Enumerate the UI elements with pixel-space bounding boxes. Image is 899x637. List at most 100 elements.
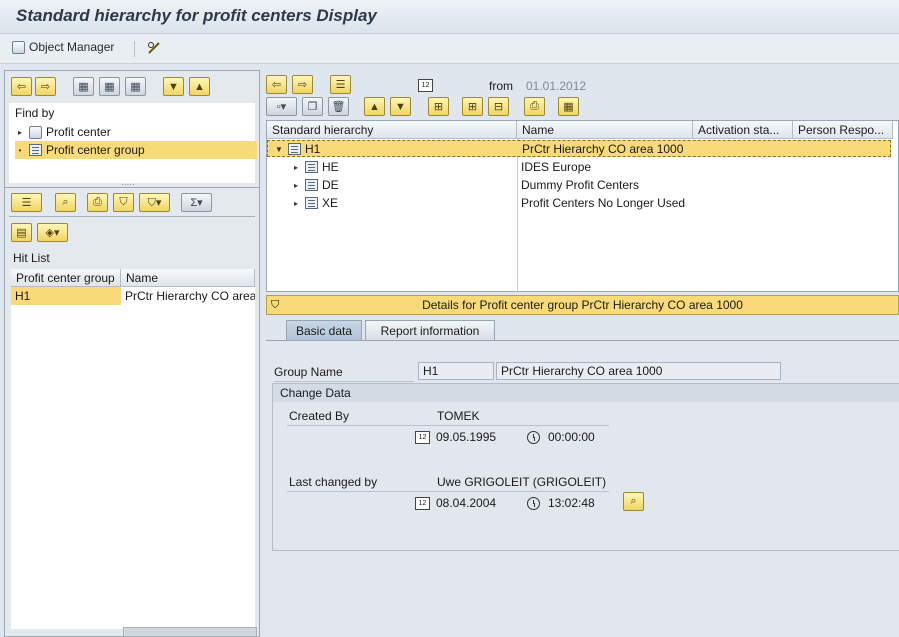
label-underline [274,381,414,382]
move-up-button[interactable]: ▲ [364,97,385,116]
column-header-name[interactable]: Name [121,269,255,287]
hit-list-cell-name[interactable]: PrCtr Hierarchy CO area [121,287,255,305]
forward-button[interactable]: ⇨ [35,77,56,96]
column-header-person-responsible[interactable]: Person Respo... [793,121,893,139]
created-time: 00:00:00 [548,430,595,444]
grid-icon: ▦ [130,81,141,93]
column-header-profit-center-group[interactable]: Profit center group [11,269,121,287]
layout-button[interactable]: ▦ [125,77,146,96]
details-header: ⛉ Details for Profit center group PrCtr … [266,295,899,315]
export-button[interactable]: ▤ [11,223,32,242]
copy-button[interactable]: ❐ [302,97,323,116]
tree-node-label: XE [322,196,339,210]
window-title: Standard hierarchy for profit centers Di… [16,6,377,25]
find-by-item-profit-center[interactable]: ▸ Profit center [15,123,251,141]
funnel-icon: ⛉ [271,299,280,311]
sigma-icon: Σ▾ [190,197,203,209]
collapse-arrow-icon[interactable]: ▼ [274,145,284,154]
printer-icon: ⎙ [93,196,102,208]
hierarchy-icon: ⊞ [433,101,444,113]
hierarchy-node-icon [305,179,318,191]
change-documents-button[interactable]: ⌕ [623,492,644,511]
expand-tree-button[interactable]: ▦ [73,77,94,96]
group-name-field[interactable]: H1 [418,362,494,380]
tree-row-he[interactable]: ▸ HE IDES Europe [267,158,891,176]
tree-node-label: H1 [305,142,321,156]
filter-set-button[interactable]: ⛉ [113,193,134,212]
expand-node-button[interactable]: ⊞ [462,97,483,116]
tree-row-de[interactable]: ▸ DE Dummy Profit Centers [267,176,891,194]
change-display-button[interactable] [146,40,162,56]
hierarchy-button[interactable]: ⊞ [428,97,449,116]
expand-arrow-icon: ▸ [17,127,22,137]
calendar-icon: 12 [418,79,433,92]
divider [5,187,259,188]
magnifier-icon: ⌕ [62,196,69,208]
calendar-button[interactable]: 12 [418,76,433,92]
details-button[interactable]: ☰ [11,193,42,212]
back-button[interactable]: ⇦ [11,77,32,96]
profit-center-icon [29,125,42,139]
tab-report-information[interactable]: Report information [365,320,495,340]
tab-basic-data[interactable]: Basic data [286,320,362,340]
find-button[interactable]: ⌕ [55,193,76,212]
horizontal-scrollbar[interactable] [123,627,257,637]
column-header-activation-status[interactable]: Activation sta... [693,121,793,139]
created-by-label: Created By [289,409,350,423]
tree-row-h1[interactable]: ▼ H1 PrCtr Hierarchy CO area 1000 [267,140,891,157]
calendar-icon: 12 [415,430,430,444]
grid-icon: ▦ [563,101,574,113]
delete-button[interactable]: 🗑 [328,97,349,116]
views-button[interactable]: ◈▾ [37,223,68,242]
last-changed-label: Last changed by [289,475,378,489]
from-label: from [489,79,513,93]
changed-date: 08.04.2004 [436,496,497,510]
layout-button[interactable]: ▦ [558,97,579,116]
arrow-right-icon: ⇨ [40,81,51,93]
created-time-group: 00:00:00 [527,430,595,444]
group-name-text-field[interactable]: PrCtr Hierarchy CO area 1000 [496,362,781,380]
tree-node-label: DE [322,178,339,192]
find-by-item-profit-center-group[interactable]: • Profit center group [15,141,257,159]
triangle-up-icon: ▲ [369,100,380,113]
collapse-tree-button[interactable]: ▦ [99,77,120,96]
print-button[interactable]: ⎙ [524,97,545,116]
hierarchy-node-icon [288,143,301,155]
print-button[interactable]: ⎙ [87,193,108,212]
column-header-name[interactable]: Name [517,121,693,139]
filter-menu-button[interactable]: ⛉▾ [139,193,170,212]
tree-row-xe[interactable]: ▸ XE Profit Centers No Longer Used [267,194,891,212]
list-icon: ☰ [21,197,32,209]
expand-arrow-icon[interactable]: ▸ [291,181,301,190]
clock-icon [527,496,540,510]
expand-arrow-icon[interactable]: ▸ [291,199,301,208]
funnel-dropdown-icon: ⛉▾ [147,196,162,209]
move-down-button[interactable]: ▼ [163,77,184,96]
triangle-down-icon: ▼ [168,80,179,93]
tree-node-name: Profit Centers No Longer Used [521,196,686,210]
create-button[interactable]: ▫▾ [266,97,297,116]
tree-node: ▸ HE [291,158,339,176]
move-down-button[interactable]: ▼ [390,97,411,116]
views-dropdown-icon: ◈▾ [45,227,60,239]
change-data-group: Change Data Created By TOMEK 12 09.05.19… [272,383,899,551]
printer-icon: ⎙ [530,100,539,112]
forward-button[interactable]: ⇨ [292,75,313,94]
move-up-button[interactable]: ▲ [189,77,210,96]
object-manager-button[interactable]: Object Manager [12,40,114,54]
tree-node-name: Dummy Profit Centers [521,178,640,192]
hit-list-cell-group[interactable]: H1 [11,287,121,305]
column-header-standard-hierarchy[interactable]: Standard hierarchy [267,121,517,139]
back-button[interactable]: ⇦ [266,75,287,94]
collapse-node-button[interactable]: ⊟ [488,97,509,116]
created-by-value: TOMEK [437,409,480,423]
find-by-panel: Find by ▸ Profit center • Profit center … [9,103,257,183]
sum-button[interactable]: Σ▾ [181,193,212,212]
hierarchy-icon [29,144,42,156]
changed-date-group: 12 08.04.2004 [415,496,496,510]
tree-node: ▸ XE [291,194,338,212]
calendar-icon: 12 [415,496,430,510]
grid-icon: ▦ [104,81,115,93]
display-list-button[interactable]: ☰ [330,75,351,94]
expand-arrow-icon[interactable]: ▸ [291,163,301,172]
